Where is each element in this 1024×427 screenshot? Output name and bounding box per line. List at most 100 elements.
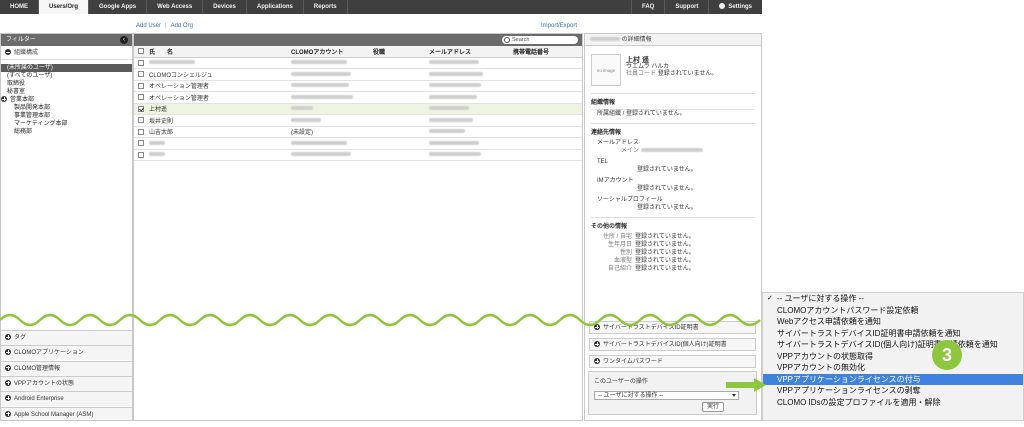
redacted-text — [429, 117, 473, 122]
redacted-text — [291, 152, 351, 157]
col-account[interactable]: CLOMOアカウント — [291, 47, 373, 56]
dropdown-option-3[interactable]: サイバートラストデバイスID証明書申請依頼を通知 — [763, 328, 1023, 340]
col-tel[interactable]: 携帯電話番号 — [513, 47, 582, 56]
run-button[interactable]: 実行 — [702, 402, 724, 412]
dropdown-option-7[interactable]: VPPアプリケーションライセンスの付与 — [763, 373, 1023, 385]
select-all-checkbox[interactable] — [138, 48, 144, 55]
redacted-text — [149, 140, 165, 145]
dropdown-option-0[interactable]: -- ユーザに対する操作 -- — [763, 293, 1023, 305]
col-mail[interactable]: メールアドレス — [429, 47, 513, 56]
filter-header: フィルター ‹ — [1, 34, 132, 46]
table-row[interactable]: 山吉太郎 (未設定) — [134, 127, 582, 138]
filter-section-5[interactable]: Apple School Manager (ASM) — [1, 406, 132, 420]
expand-plus-icon[interactable] — [1, 96, 7, 102]
cell-mail — [429, 117, 513, 123]
table-row[interactable]: CLOMOコンシェルジュ — [134, 69, 582, 81]
org-section-title: 組織情報 — [591, 93, 755, 106]
detail-body: no image 上村 遥 ウエムラ ハルカ 社員コード 登録されていません。 … — [585, 46, 761, 277]
collapse-icon[interactable]: ‹ — [120, 36, 128, 44]
table-row[interactable]: オペレーション管理者 — [134, 92, 582, 104]
table-row[interactable]: オペレーション管理者 — [134, 81, 582, 92]
nav-tab-4[interactable]: Devices — [203, 0, 247, 14]
action-links: Add User | Add Org — [136, 23, 193, 29]
cell-name: 上村遥 — [149, 107, 168, 114]
accordion-1[interactable]: サイバートラストデバイスID(個人向け)証明書 — [589, 338, 756, 351]
filter-section-2[interactable]: CLOMO管理情報 — [1, 360, 132, 376]
accordion-0[interactable]: サイバートラストデバイスID証明書 — [589, 321, 756, 334]
accordion-2[interactable]: ワンタイムパスワード — [589, 355, 756, 368]
table-row[interactable] — [134, 58, 582, 69]
plus-circle-icon — [5, 364, 11, 371]
row-checkbox[interactable] — [138, 71, 144, 78]
operation-select[interactable]: -- ユーザに対する操作 -- — [594, 391, 739, 400]
table-row[interactable] — [134, 150, 582, 161]
cell-name: CLOMOコンシェルジュ — [149, 72, 213, 79]
table-row[interactable]: 坂井史則 — [134, 115, 582, 127]
other-fields: 住所 / 自宅 登録されていません。 生年月日 登録されていません。 性別 登録されていま… — [591, 233, 755, 273]
org-node-8[interactable]: 総務部 — [7, 128, 132, 136]
col-name[interactable]: 氏 名 — [149, 47, 291, 56]
dropdown-option-9[interactable]: CLOMO IDsの設定プロファイルを適用・解除 — [763, 397, 1023, 409]
filter-section-0[interactable]: タグ — [1, 330, 132, 345]
employee-code: 社員コード 登録されていません。 — [626, 71, 718, 77]
org-node-1[interactable]: (すべてのユーザ) — [7, 72, 132, 80]
nav-tab-6[interactable]: Reports — [304, 0, 348, 14]
dropdown-option-2[interactable]: Webアクセス申請依頼を通知 — [763, 316, 1023, 328]
nav-tab-0[interactable]: HOME — [0, 0, 39, 14]
nav-right-2[interactable]: Settings — [708, 0, 762, 14]
import-export-link[interactable]: Import/Export — [541, 23, 577, 29]
cell-account — [291, 140, 373, 146]
plus-circle-icon — [5, 379, 11, 386]
operation-dropdown-menu: -- ユーザに対する操作 --CLOMOアカウントパスワード設定依頼Webアクセ… — [762, 292, 1024, 421]
nav-tab-2[interactable]: Google Apps — [89, 0, 148, 14]
org-tree: (未所属のユーザ) (すべてのユーザ) 取締役 秘書室 営業本部 製品開発本部 事業管理本部… — [1, 60, 132, 136]
row-checkbox[interactable] — [138, 128, 144, 135]
col-role[interactable]: 役職 — [373, 47, 429, 56]
dropdown-option-5[interactable]: VPPアカウントの状態取得 — [763, 351, 1023, 363]
org-node-6[interactable]: 事業管理本部 — [7, 112, 132, 120]
org-node-5[interactable]: 製品開発本部 — [7, 104, 132, 112]
dropdown-option-4[interactable]: サイバートラストデバイスID(個人向け)証明書申請依頼を通知 — [763, 339, 1023, 351]
org-node-2[interactable]: 取締役 — [7, 80, 132, 88]
row-checkbox[interactable] — [138, 59, 144, 66]
row-checkbox[interactable] — [138, 151, 144, 158]
step-badge: 3 — [932, 340, 962, 370]
cell-name — [149, 152, 291, 158]
org-node-7[interactable]: マーケティング本部 — [7, 120, 132, 128]
cell-account — [291, 106, 373, 112]
org-value: 所属組織 / 登録されていません。 — [591, 109, 755, 118]
cell-name — [149, 140, 291, 146]
nav-tab-5[interactable]: Applications — [247, 0, 304, 14]
org-node-4[interactable]: 営業本部 — [1, 96, 132, 104]
dropdown-option-1[interactable]: CLOMOアカウントパスワード設定依頼 — [763, 305, 1023, 317]
table-row[interactable] — [134, 138, 582, 150]
profile-block: no image 上村 遥 ウエムラ ハルカ 社員コード 登録されていません。 — [591, 54, 755, 88]
other-field-2: 性別 登録されていません。 — [619, 250, 695, 256]
dropdown-option-8[interactable]: VPPアプリケーションライセンスの剥奪 — [763, 385, 1023, 397]
filter-section-4[interactable]: Android Enterprise — [1, 391, 132, 407]
nav-tab-1[interactable]: Users/Org — [39, 0, 90, 14]
filter-section-3[interactable]: VPPアカウントの状態 — [1, 375, 132, 391]
table-row[interactable]: 上村遥 — [134, 103, 582, 115]
row-checkbox[interactable] — [138, 117, 144, 124]
row-checkbox[interactable] — [138, 82, 144, 89]
other-field-4: 自己紹介 登録されていません。 — [607, 266, 695, 272]
top-nav: HOME Users/Org Google Apps Web Access Device… — [0, 0, 762, 14]
redacted-org-name — [590, 37, 620, 42]
add-org-link[interactable]: Add Org — [171, 23, 193, 29]
filter-section-1[interactable]: CLOMOアプリケーション — [1, 345, 132, 361]
org-node-0[interactable]: (未所属のユーザ) — [1, 64, 132, 72]
row-checkbox[interactable] — [138, 140, 144, 147]
row-checkbox[interactable] — [138, 105, 144, 112]
dropdown-option-6[interactable]: VPPアカウントの無効化 — [763, 362, 1023, 374]
add-user-link[interactable]: Add User — [136, 23, 161, 29]
org-node-3[interactable]: 秘書室 — [7, 88, 132, 96]
nav-tab-3[interactable]: Web Access — [147, 0, 204, 14]
org-group-header[interactable]: 組織構成 — [1, 46, 132, 60]
redacted-text — [291, 71, 351, 76]
cell-mail — [429, 140, 513, 146]
row-checkbox[interactable] — [138, 94, 144, 101]
search-input[interactable]: Search — [502, 36, 578, 44]
nav-right-1[interactable]: Support — [664, 0, 708, 14]
nav-right-0[interactable]: FAQ — [630, 0, 664, 14]
